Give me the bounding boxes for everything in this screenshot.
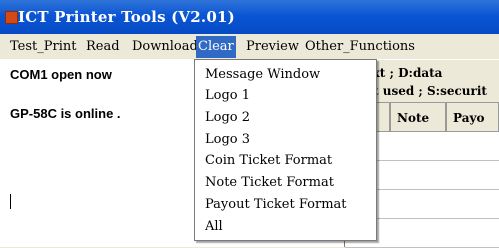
menu-preview[interactable]: Preview [246, 39, 299, 54]
menu-item-logo-2[interactable]: Logo 2 [205, 110, 250, 125]
menu-test-print[interactable]: Test_Print [10, 39, 76, 54]
menu-item-logo-3[interactable]: Logo 3 [205, 132, 250, 147]
menu-bar: Test_Print Read Download Clear Preview O… [0, 34, 499, 60]
printer-app-icon [5, 11, 18, 24]
menu-download[interactable]: Download [132, 39, 198, 54]
column-header-payout[interactable]: Payo [446, 102, 499, 132]
log-line-com-port: COM1 open now [10, 67, 112, 82]
menu-clear[interactable]: Clear [196, 36, 236, 58]
info-legend-line-2: ot used ; S:securit [365, 84, 487, 98]
menu-item-message-window[interactable]: Message Window [205, 67, 320, 82]
title-bar[interactable]: ICT Printer Tools (V2.01) [0, 0, 499, 34]
column-header-note[interactable]: Note [390, 102, 446, 132]
log-line-printer-status: GP-58C is online . [10, 106, 121, 121]
menu-item-payout-ticket-format[interactable]: Payout Ticket Format [205, 197, 347, 212]
menu-item-logo-1[interactable]: Logo 1 [205, 88, 250, 103]
window-title: ICT Printer Tools (V2.01) [18, 8, 235, 26]
column-header-payout-label: Payo [453, 111, 485, 125]
menu-other-functions[interactable]: Other_Functions [305, 39, 415, 54]
menu-item-all[interactable]: All [205, 219, 223, 234]
column-header-note-label: Note [397, 111, 430, 125]
text-caret [10, 194, 11, 209]
clear-menu-dropdown: Message Window Logo 1 Logo 2 Logo 3 Coin… [194, 59, 377, 241]
menu-item-coin-ticket-format[interactable]: Coin Ticket Format [205, 153, 332, 168]
menu-read[interactable]: Read [86, 39, 120, 54]
menu-item-note-ticket-format[interactable]: Note Ticket Format [205, 175, 334, 190]
